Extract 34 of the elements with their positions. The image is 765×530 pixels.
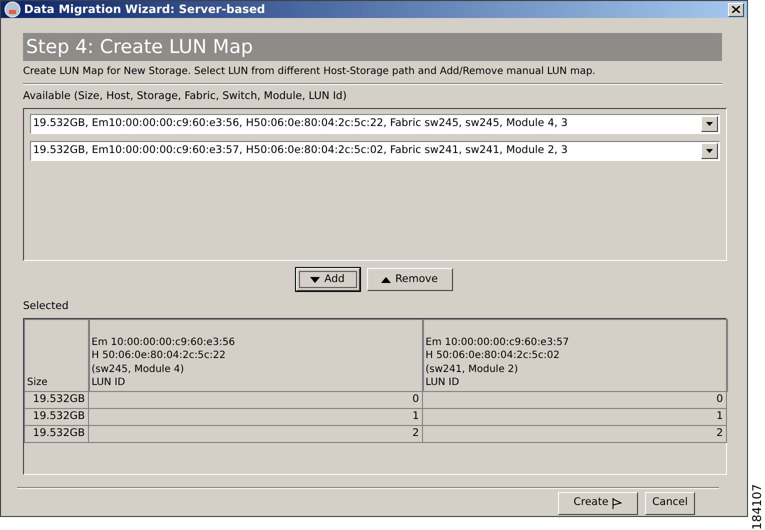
cancel-button[interactable]: Cancel — [645, 492, 695, 515]
table-cell: 19.532GB — [24, 408, 88, 426]
table-cell: 19.532GB — [24, 391, 88, 408]
caret-icon — [706, 149, 713, 153]
column-header[interactable]: Em 10:00:00:00:c9:60:e3:57 H 50:06:0e:80:04:2c:5c:02 (sw241, Module 2) LUN ID — [422, 319, 726, 392]
caret-icon — [706, 122, 713, 126]
selected-label: Selected — [23, 299, 70, 314]
add-button[interactable]: Add — [296, 268, 360, 291]
table-cell: 19.532GB — [24, 425, 88, 442]
app-icon — [4, 1, 21, 18]
remove-button[interactable]: Remove — [366, 268, 452, 291]
table-cell: 1 — [88, 408, 422, 426]
window-title: Data Migration Wizard: Server-based — [24, 1, 266, 18]
table-cell: 0 — [88, 391, 422, 408]
up-arrow-icon — [381, 276, 392, 282]
dropdown-button[interactable] — [701, 143, 718, 159]
step-title: Step 4: Create LUN Map — [23, 33, 722, 62]
dropdown-field[interactable]: 19.532GB, Em10:00:00:00:c9:60:e3:57, H50:06:0e:80:04:2c:5c:02, Fabric sw241, sw241, Module 2, 3 — [30, 141, 720, 161]
available-label: Available (Size, Host, Storage, Fabric, Switch, Module, LUN Id) — [23, 89, 348, 104]
close-icon — [732, 6, 740, 14]
dropdown-button[interactable] — [701, 116, 718, 132]
down-arrow-icon — [310, 276, 320, 282]
figure-number: 184107 — [748, 484, 764, 530]
column-header[interactable]: Em 10:00:00:00:c9:60:e3:56 H 50:06:0e:80:04:2c:5c:22 (sw245, Module 4) LUN ID — [88, 319, 422, 392]
step-description: Create LUN Map for New Storage. Select LUN from different Host-Storage path and Add/Remove manual LUN map. — [23, 65, 596, 80]
flag-icon — [612, 498, 622, 509]
table-cell: 1 — [422, 408, 726, 426]
create-button[interactable]: Create — [558, 492, 638, 515]
dropdown-field[interactable]: 19.532GB, Em10:00:00:00:c9:60:e3:56, H50:06:0e:80:04:2c:5c:22, Fabric sw245, sw245, Module 4, 3 — [30, 114, 720, 134]
table-cell: 0 — [422, 391, 726, 408]
column-header[interactable]: Size — [24, 319, 88, 392]
close-button[interactable] — [728, 2, 744, 17]
table-cell: 2 — [422, 425, 726, 442]
table-cell: 2 — [88, 425, 422, 442]
